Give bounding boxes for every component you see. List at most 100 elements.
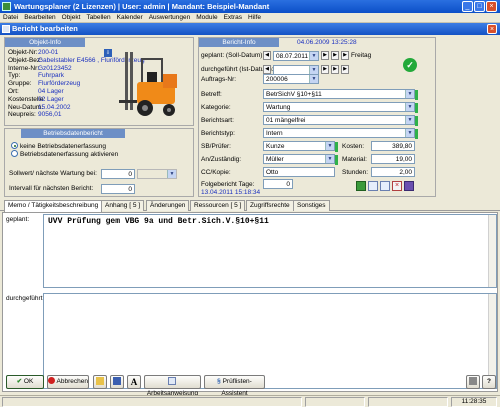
chevron-down-icon: ▼: [405, 90, 414, 98]
material-field[interactable]: 19,00: [371, 154, 415, 164]
ist-week-button[interactable]: ▶: [331, 65, 339, 74]
open-folder-button[interactable]: [93, 375, 107, 389]
status-field: [368, 397, 448, 407]
tab-sonstiges[interactable]: Sonstiges: [293, 200, 330, 211]
close-window-button[interactable]: ×: [486, 1, 497, 12]
sb-select[interactable]: Kunze ▼: [263, 141, 338, 152]
delete-icon[interactable]: ×: [392, 181, 402, 191]
copy-icon[interactable]: [380, 181, 390, 191]
chevron-down-icon: ▼: [405, 129, 414, 137]
interval-field[interactable]: 0: [101, 184, 135, 194]
tab-memo[interactable]: Memo / Tätigkeitsbeschreibung: [4, 200, 103, 212]
scrollbar[interactable]: [488, 215, 496, 287]
prev-ist-button[interactable]: ◀: [263, 65, 271, 74]
folder-icon: [96, 377, 104, 386]
objekt-info-list: Objekt-Nr: 200-01 ⇩ Objekt-Bez: Gabelstable…: [8, 49, 145, 119]
radio-dot: [11, 150, 18, 157]
berichtsart-select[interactable]: 01 mängelfrei ▼: [263, 115, 418, 126]
an-select[interactable]: Müller ▼: [263, 154, 338, 165]
week-forward-button[interactable]: ▶: [331, 51, 339, 60]
radio-betriebsdaten-aktivieren[interactable]: Betriebsdatenerfassung aktivieren: [11, 150, 118, 159]
berichtstyp-select[interactable]: Intern ▼: [263, 128, 418, 139]
geplant-date[interactable]: 08.07.2011 ▼: [273, 51, 319, 61]
pruefliste-button[interactable]: § Prüflisten-Assistent: [204, 375, 265, 397]
stunden-field[interactable]: 2,00: [371, 167, 415, 177]
objekt-label: Typ:: [8, 72, 21, 80]
document-icon: [167, 377, 176, 386]
document-icon[interactable]: [368, 181, 378, 191]
objekt-row: Objekt-Bez: Gabelstabler E4566 , Fluriför…: [8, 57, 145, 65]
kategorie-select[interactable]: Wartung ▼: [263, 102, 418, 113]
bericht-date: 04.06.2009 13:25:28: [297, 39, 357, 46]
kategorie-label: Kategorie:: [201, 104, 231, 111]
save-button[interactable]: [110, 375, 124, 389]
memo-panel: geplant: UVV Prüfung gem VBG 9a und Betr…: [2, 212, 498, 392]
auftrag-select[interactable]: 200006 ▼: [263, 74, 319, 84]
close-subwindow-button[interactable]: ×: [487, 24, 497, 34]
soll-field[interactable]: 0: [101, 169, 135, 179]
month-forward-button[interactable]: ▶: [341, 51, 349, 60]
objekt-value: 15.04.2002: [38, 103, 71, 111]
menu-datei[interactable]: Datei: [0, 13, 21, 23]
document-icon: [2, 25, 10, 33]
next-ist-button[interactable]: ▶: [321, 65, 329, 74]
menu-kalender[interactable]: Kalender: [114, 13, 146, 23]
arbeitsanweisung-button[interactable]: Arbeitsanweisung: [144, 375, 201, 397]
menu-bar: Datei Bearbeiten Objekt Tabellen Kalender Aus…: [0, 13, 500, 23]
stunden-label: Stunden:: [342, 169, 369, 176]
unit-select[interactable]: ▼: [137, 169, 177, 179]
betreff-value: BetrSichV §10+§11: [266, 91, 322, 98]
memo-geplant-textarea[interactable]: UVV Prüfung gem VBG 9a und Betr.Sich.V.§…: [43, 214, 497, 288]
next-date-button[interactable]: ▶: [321, 51, 329, 60]
geplant-weekday: Freitag: [351, 52, 372, 59]
sb-label: SB/Prüfer:: [201, 143, 231, 150]
required-marker: [415, 90, 418, 100]
radio-label: Betriebsdatenerfassung aktivieren: [20, 151, 119, 158]
menu-extras[interactable]: Extras: [221, 13, 245, 23]
ok-button[interactable]: ✔ OK: [6, 375, 44, 389]
tab-ressourcen[interactable]: Ressourcen [ 5 ]: [190, 200, 246, 211]
info-down-icon[interactable]: ⇩: [104, 49, 112, 57]
tab-anhang[interactable]: Anhang [ 5 ]: [101, 200, 145, 211]
an-value: Müller: [266, 156, 284, 163]
interval-label: Intervall für nächsten Bericht:: [9, 185, 94, 192]
print-button[interactable]: [466, 375, 480, 389]
objekt-value: 04 Lager: [38, 87, 64, 95]
help-icon: ?: [487, 378, 491, 385]
objekt-value: Flurförderzeug: [38, 80, 81, 88]
maximize-button[interactable]: □: [474, 1, 485, 12]
menu-hilfe[interactable]: Hilfe: [245, 13, 264, 23]
abbrechen-button[interactable]: Abbrechen: [47, 375, 89, 389]
menu-tabellen[interactable]: Tabellen: [83, 13, 113, 23]
paragraph-icon: §: [217, 378, 221, 385]
objekt-row: Kostenstelle: 02 Lager: [8, 96, 118, 104]
menu-module[interactable]: Module: [193, 13, 220, 23]
bericht-info-panel: Bericht-Info 04.06.2009 13:25:28 geplant…: [198, 37, 436, 197]
minimize-button[interactable]: _: [462, 1, 473, 12]
excel-icon[interactable]: [356, 181, 366, 191]
check-icon: ✔: [16, 378, 23, 385]
menu-bearbeiten[interactable]: Bearbeiten: [21, 13, 58, 23]
menu-auswertungen[interactable]: Auswertungen: [146, 13, 194, 23]
tab-zugriffsrechte[interactable]: Zugriffsrechte: [246, 200, 294, 211]
kosten-field[interactable]: 389,80: [371, 141, 415, 151]
betriebsdaten-header: Betriebsdatenbericht: [21, 129, 125, 138]
required-marker: [335, 142, 338, 152]
scrollbar[interactable]: [488, 294, 496, 388]
objekt-label: Interne-Nr:: [8, 64, 40, 72]
cc-field[interactable]: Otto: [263, 167, 335, 177]
required-marker: [415, 116, 418, 126]
font-button[interactable]: A: [127, 375, 141, 389]
betreff-select[interactable]: BetrSichV §10+§11 ▼: [263, 89, 418, 100]
berichtstyp-label: Berichtstyp:: [201, 130, 235, 137]
print-icon[interactable]: [404, 181, 414, 191]
prev-date-button[interactable]: ◀: [263, 51, 271, 60]
folge-field[interactable]: 0: [263, 179, 293, 189]
soll-label: Sollwert/ nächste Wartung bei:: [9, 170, 97, 177]
objekt-row: Gruppe: Flurförderzeug: [8, 80, 118, 88]
tab-aenderungen[interactable]: Änderungen: [146, 200, 190, 211]
objekt-value: 9056,01: [38, 111, 62, 119]
menu-objekt[interactable]: Objekt: [59, 13, 84, 23]
help-button[interactable]: ?: [482, 375, 496, 389]
ist-month-button[interactable]: ▶: [341, 65, 349, 74]
